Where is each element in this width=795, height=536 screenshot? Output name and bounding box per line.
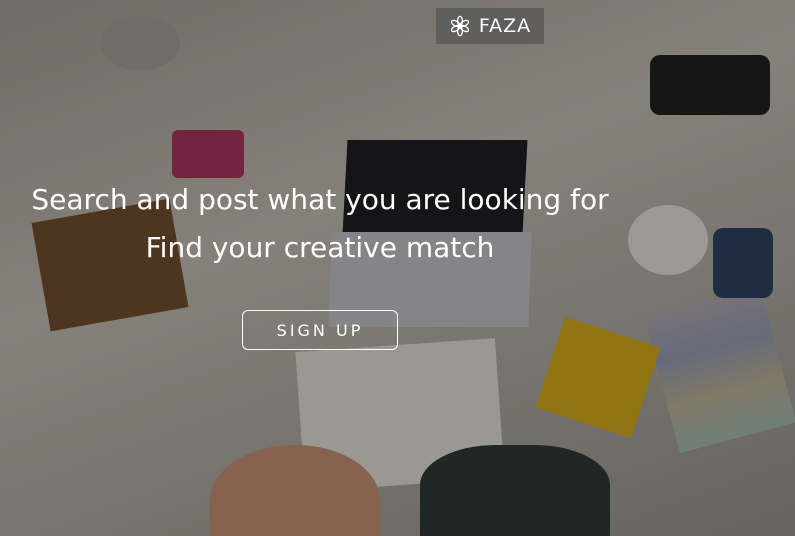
hero-headline: Search and post what you are looking for <box>31 183 609 216</box>
brand-logo[interactable]: FAZA <box>436 8 544 44</box>
hero-subheadline: Find your creative match <box>145 231 495 264</box>
flower-asterisk-icon <box>450 15 470 37</box>
dark-overlay <box>0 0 795 536</box>
brand-name: FAZA <box>478 15 532 37</box>
sign-up-button[interactable]: SIGN UP <box>242 310 398 350</box>
